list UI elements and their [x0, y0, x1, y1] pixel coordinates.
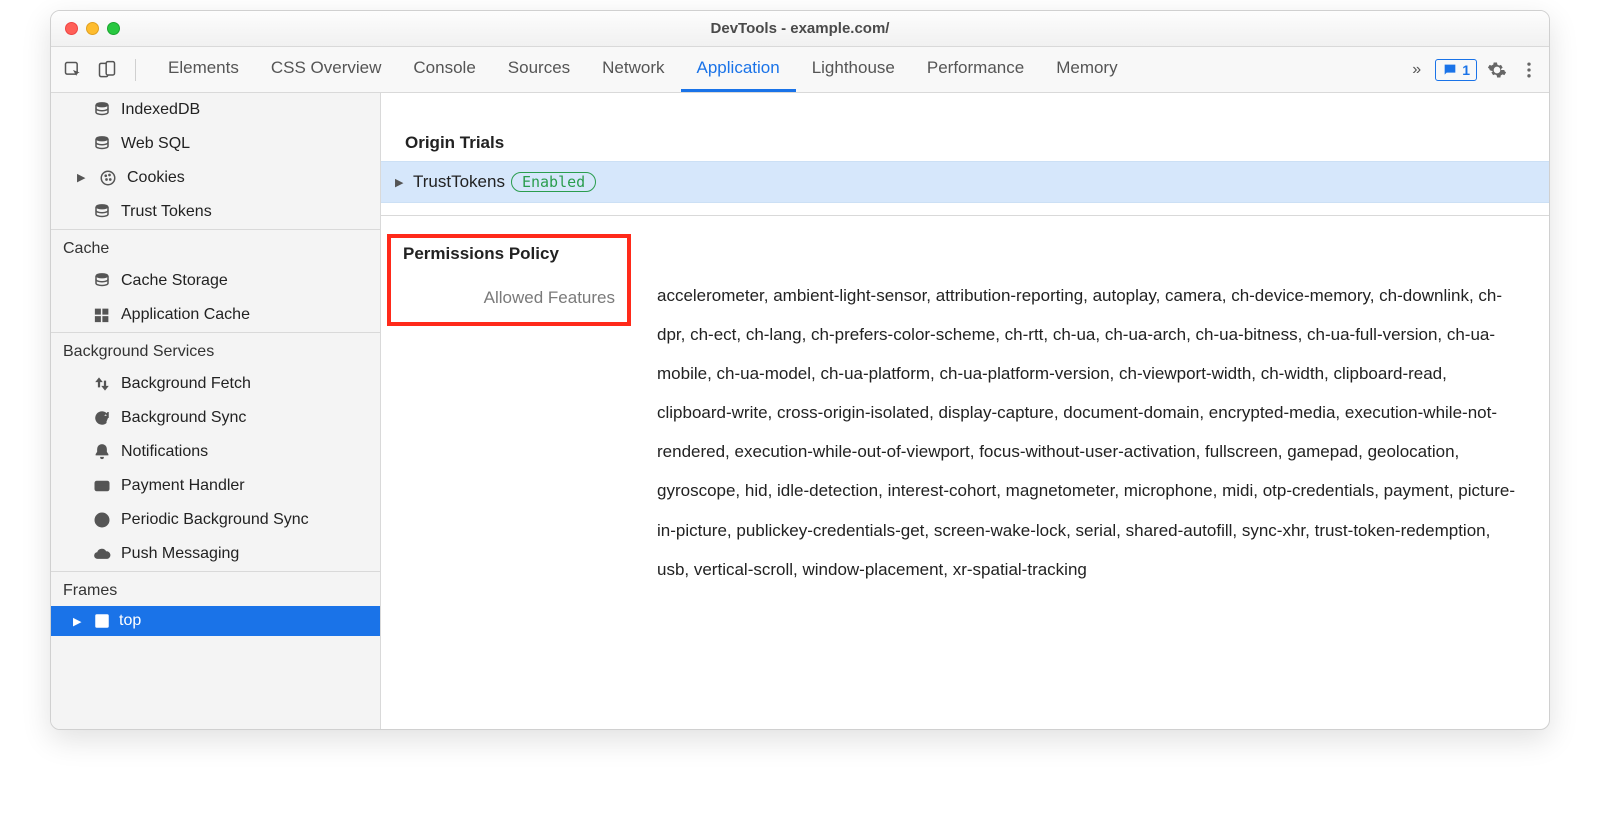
up-down-icon — [93, 375, 111, 393]
panel-tabs: Elements CSS Overview Console Sources Ne… — [152, 47, 1398, 92]
expand-icon[interactable]: ▶ — [395, 176, 407, 189]
device-toolbar-icon[interactable] — [93, 56, 121, 84]
tab-network[interactable]: Network — [586, 47, 680, 92]
sidebar-item-websql[interactable]: Web SQL — [51, 127, 380, 161]
tab-lighthouse[interactable]: Lighthouse — [796, 47, 911, 92]
sidebar-item-push-messaging[interactable]: Push Messaging — [51, 537, 380, 571]
issues-badge[interactable]: 1 — [1435, 59, 1477, 81]
sidebar-label: Periodic Background Sync — [121, 508, 309, 532]
permissions-policy-section: Permissions Policy Allowed Features acce… — [381, 215, 1549, 607]
separator — [135, 59, 136, 81]
tab-css-overview[interactable]: CSS Overview — [255, 47, 398, 92]
database-icon — [93, 203, 111, 221]
sidebar-item-cache-storage[interactable]: Cache Storage — [51, 264, 380, 298]
trial-status-badge: Enabled — [511, 172, 596, 192]
highlight-box: Permissions Policy Allowed Features — [387, 234, 631, 326]
sidebar-item-bg-sync[interactable]: Background Sync — [51, 401, 380, 435]
database-icon — [93, 135, 111, 153]
inspect-element-icon[interactable] — [59, 56, 87, 84]
cookie-icon — [99, 169, 117, 187]
origin-trial-row[interactable]: ▶ TrustTokens Enabled — [381, 161, 1549, 203]
settings-icon[interactable] — [1485, 58, 1509, 82]
more-tabs-icon[interactable]: » — [1406, 61, 1427, 79]
sidebar-label: Web SQL — [121, 132, 190, 156]
credit-card-icon — [93, 477, 111, 495]
main-panel: Origin Trials ▶ TrustTokens Enabled Perm… — [381, 93, 1549, 729]
sidebar-label: Payment Handler — [121, 474, 245, 498]
permissions-policy-title: Permissions Policy — [403, 244, 615, 264]
sidebar-header-frames: Frames — [51, 571, 380, 606]
sidebar-label: Cache Storage — [121, 269, 228, 293]
bell-icon — [93, 443, 111, 461]
clock-icon — [93, 511, 111, 529]
allowed-features-list: accelerometer, ambient-light-sensor, att… — [657, 234, 1525, 589]
tab-console[interactable]: Console — [397, 47, 491, 92]
sidebar-item-bg-fetch[interactable]: Background Fetch — [51, 367, 380, 401]
sync-icon — [93, 409, 111, 427]
expand-icon[interactable]: ▶ — [77, 170, 89, 187]
sidebar-item-trust-tokens[interactable]: Trust Tokens — [51, 195, 380, 229]
allowed-features-label: Allowed Features — [403, 288, 615, 308]
sidebar-item-periodic-sync[interactable]: Periodic Background Sync — [51, 503, 380, 537]
sidebar-label: Trust Tokens — [121, 200, 212, 224]
sidebar-label: Cookies — [127, 166, 185, 190]
sidebar-label: Notifications — [121, 440, 208, 464]
issues-count: 1 — [1462, 62, 1470, 78]
tab-memory[interactable]: Memory — [1040, 47, 1133, 92]
devtools-window: DevTools - example.com/ Elements CSS Ove… — [50, 10, 1550, 730]
sidebar-item-cookies[interactable]: ▶ Cookies — [51, 161, 380, 195]
trial-name: TrustTokens — [413, 172, 505, 192]
database-icon — [93, 101, 111, 119]
titlebar: DevTools - example.com/ — [51, 11, 1549, 47]
sidebar-label: top — [119, 612, 141, 630]
cloud-icon — [93, 545, 111, 563]
more-options-icon[interactable] — [1517, 58, 1541, 82]
sidebar-label: Background Fetch — [121, 372, 251, 396]
tab-elements[interactable]: Elements — [152, 47, 255, 92]
application-sidebar: IndexedDB Web SQL ▶ Cookies Trust Tokens… — [51, 93, 381, 729]
sidebar-label: Application Cache — [121, 303, 250, 327]
sidebar-item-frame-top[interactable]: ▶ top — [51, 606, 380, 636]
sidebar-label: IndexedDB — [121, 98, 200, 122]
sidebar-item-payment-handler[interactable]: Payment Handler — [51, 469, 380, 503]
sidebar-label: Push Messaging — [121, 542, 239, 566]
window-title: DevTools - example.com/ — [51, 20, 1549, 37]
origin-trials-title: Origin Trials — [381, 123, 1549, 161]
grid-icon — [93, 306, 111, 324]
tab-sources[interactable]: Sources — [492, 47, 586, 92]
main-toolbar: Elements CSS Overview Console Sources Ne… — [51, 47, 1549, 93]
sidebar-header-cache: Cache — [51, 229, 380, 264]
sidebar-item-application-cache[interactable]: Application Cache — [51, 298, 380, 332]
expand-icon[interactable]: ▶ — [73, 615, 85, 628]
sidebar-label: Background Sync — [121, 406, 246, 430]
tab-performance[interactable]: Performance — [911, 47, 1040, 92]
database-icon — [93, 272, 111, 290]
sidebar-header-background: Background Services — [51, 332, 380, 367]
frame-icon — [93, 612, 111, 630]
tab-application[interactable]: Application — [681, 47, 796, 92]
sidebar-item-notifications[interactable]: Notifications — [51, 435, 380, 469]
sidebar-item-indexeddb[interactable]: IndexedDB — [51, 93, 380, 127]
